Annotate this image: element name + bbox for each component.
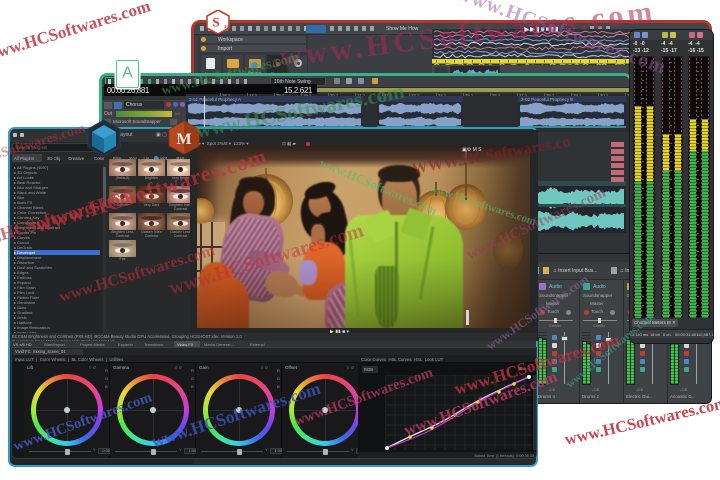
- svg-text:2-02 Peaceful Prophecy B: 2-02 Peaceful Prophecy B: [521, 97, 573, 102]
- svg-text:M: M: [176, 131, 191, 148]
- svg-text:2-01 Peaceful Prophecy A: 2-01 Peaceful Prophecy A: [189, 97, 241, 102]
- svg-text:19: 19: [224, 24, 230, 29]
- svg-text:S: S: [212, 15, 219, 30]
